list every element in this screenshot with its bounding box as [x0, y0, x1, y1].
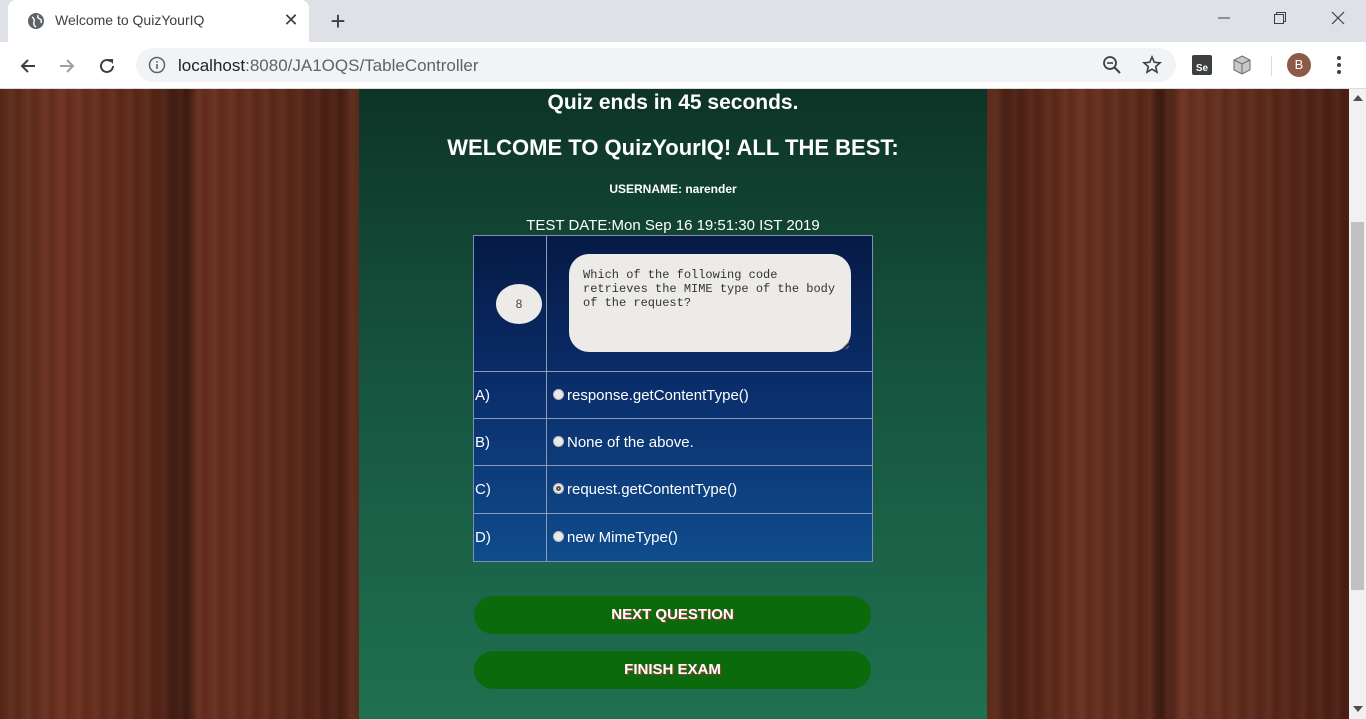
table-divider: [474, 418, 872, 419]
scroll-down-arrow-icon[interactable]: [1353, 706, 1363, 712]
table-divider: [474, 371, 872, 372]
table-divider: [474, 513, 872, 514]
scroll-thumb[interactable]: [1351, 222, 1364, 590]
menu-dots-icon[interactable]: [1328, 54, 1350, 76]
url-text: localhost:8080/JA1OQS/TableController: [178, 56, 479, 76]
username-label: USERNAME: narender: [609, 182, 737, 196]
info-icon[interactable]: [148, 56, 166, 74]
page-viewport: Quiz ends in 45 seconds. WELCOME TO Quiz…: [0, 89, 1349, 719]
quiz-panel: Quiz ends in 45 seconds. WELCOME TO Quiz…: [359, 89, 987, 719]
new-tab-button[interactable]: +: [324, 8, 352, 36]
reload-button[interactable]: [91, 50, 123, 82]
vertical-scrollbar[interactable]: [1349, 89, 1366, 719]
star-icon[interactable]: [1142, 55, 1162, 75]
option-d-letter: D): [475, 529, 491, 546]
finish-exam-button[interactable]: FINISH EXAM: [474, 651, 871, 689]
url-host: localhost: [178, 56, 246, 75]
close-tab-icon[interactable]: ✕: [281, 10, 301, 30]
arrow-right-icon: [60, 59, 75, 73]
option-c-label[interactable]: request.getContentType(): [567, 481, 737, 498]
close-window-button[interactable]: [1309, 0, 1366, 36]
table-divider: [474, 465, 872, 466]
svg-text:Se: Se: [1196, 63, 1209, 74]
minimize-button[interactable]: [1195, 0, 1252, 36]
close-icon: [1331, 11, 1344, 25]
question-textarea[interactable]: [569, 254, 851, 352]
option-b-letter: B): [475, 434, 490, 451]
option-d-radio[interactable]: [553, 531, 564, 542]
option-c-letter: C): [475, 481, 491, 498]
option-a-letter: A): [475, 387, 490, 404]
tab-title: Welcome to QuizYourIQ: [55, 12, 205, 28]
url-path: :8080/JA1OQS/TableController: [245, 56, 479, 75]
toolbar-separator: [1271, 56, 1272, 76]
tab-strip: Welcome to QuizYourIQ ✕ +: [0, 0, 1366, 42]
option-d-label[interactable]: new MimeType(): [567, 529, 678, 546]
forward-button[interactable]: [51, 50, 83, 82]
browser-toolbar: localhost:8080/JA1OQS/TableController Se…: [0, 42, 1366, 89]
question-number-badge: 8: [496, 284, 542, 324]
welcome-heading: WELCOME TO QuizYourIQ! ALL THE BEST:: [447, 135, 899, 160]
globe-icon: [28, 13, 44, 29]
browser-tab[interactable]: Welcome to QuizYourIQ ✕: [8, 0, 309, 42]
scroll-up-arrow-icon[interactable]: [1353, 95, 1363, 101]
quiz-timer: Quiz ends in 45 seconds.: [547, 91, 799, 114]
question-table: 8 A) response.getContentType() B) None o…: [473, 235, 873, 562]
option-a-radio[interactable]: [553, 389, 564, 400]
restore-icon: [1273, 12, 1286, 24]
option-b-radio[interactable]: [553, 436, 564, 447]
resize-handle-icon[interactable]: [840, 340, 850, 350]
back-button[interactable]: [12, 50, 44, 82]
reload-icon: [100, 58, 114, 73]
arrow-left-icon: [20, 59, 35, 73]
cube-extension-icon[interactable]: [1231, 54, 1253, 76]
option-b-label[interactable]: None of the above.: [567, 434, 694, 451]
test-date-label: TEST DATE:Mon Sep 16 19:51:30 IST 2019: [526, 217, 820, 234]
option-a-label[interactable]: response.getContentType(): [567, 387, 749, 404]
profile-avatar[interactable]: B: [1287, 53, 1311, 77]
selenium-extension-icon[interactable]: Se: [1191, 54, 1213, 76]
minimize-icon: [1217, 17, 1230, 19]
zoom-out-icon[interactable]: [1102, 55, 1122, 75]
next-question-button[interactable]: NEXT QUESTION: [474, 596, 871, 634]
address-bar[interactable]: localhost:8080/JA1OQS/TableController: [136, 48, 1176, 82]
option-c-radio[interactable]: [553, 483, 564, 494]
restore-button[interactable]: [1251, 0, 1308, 36]
